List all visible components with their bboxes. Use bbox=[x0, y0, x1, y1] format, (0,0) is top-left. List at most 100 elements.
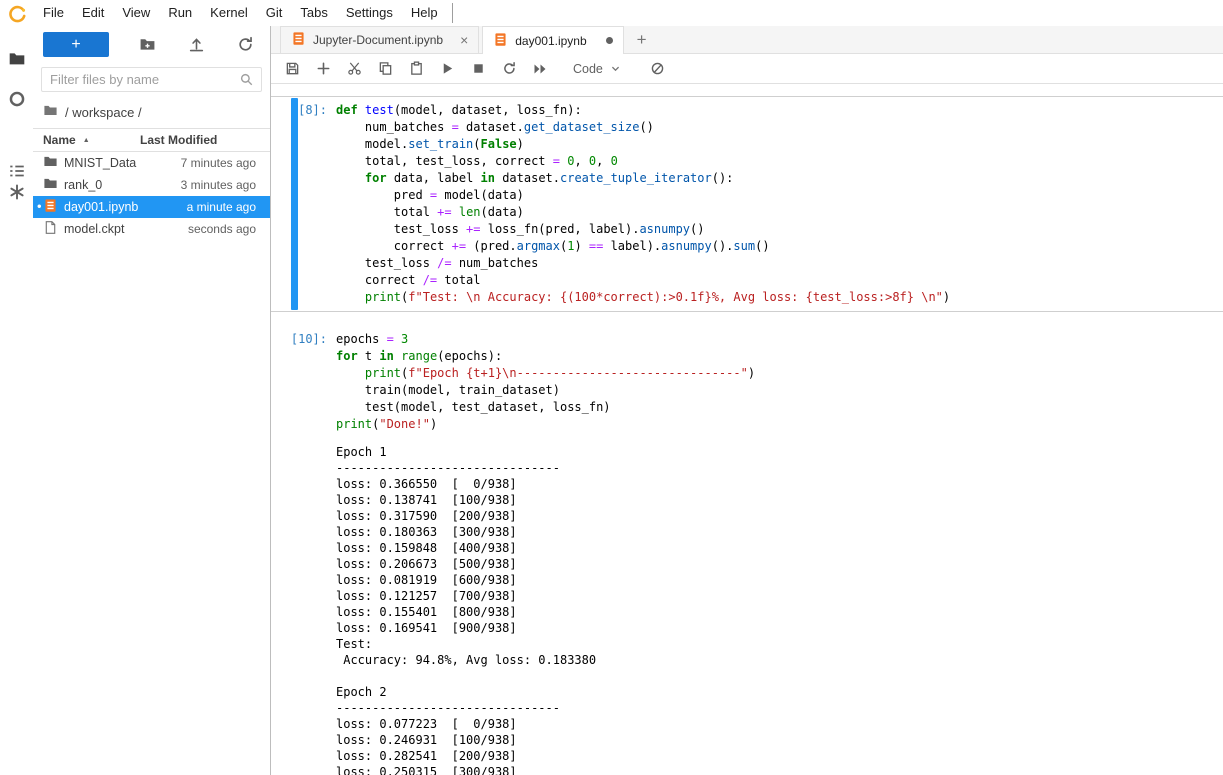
code-line: for data, label in dataset.create_tuple_… bbox=[336, 170, 1219, 187]
file-modified: 3 minutes ago bbox=[140, 178, 256, 192]
menu-run[interactable]: Run bbox=[159, 0, 201, 26]
new-folder-icon[interactable] bbox=[136, 34, 158, 56]
restart-kernel-icon[interactable] bbox=[501, 61, 517, 77]
code-line: correct += (pred.argmax(1) == label).asn… bbox=[336, 238, 1219, 255]
code-line: total += len(data) bbox=[336, 204, 1219, 221]
file-name: model.ckpt bbox=[64, 222, 124, 236]
file-filter bbox=[41, 67, 262, 92]
new-launcher-button[interactable]: + bbox=[43, 32, 109, 57]
menu-view[interactable]: View bbox=[113, 0, 159, 26]
breadcrumb[interactable]: / workspace / bbox=[33, 94, 270, 128]
upload-icon[interactable] bbox=[185, 34, 207, 56]
file-name: MNIST_Data bbox=[64, 156, 136, 170]
file-row-day001.ipynb[interactable]: • day001.ipynba minute ago bbox=[33, 196, 270, 218]
file-modified: 7 minutes ago bbox=[140, 156, 256, 170]
cut-cell-icon[interactable] bbox=[346, 61, 362, 77]
refresh-icon[interactable] bbox=[234, 34, 256, 56]
code-line: print(f"Test: \n Accuracy: {(100*correct… bbox=[336, 289, 1219, 306]
new-tab-button[interactable]: + bbox=[627, 27, 657, 53]
table-of-contents-icon[interactable] bbox=[7, 161, 27, 181]
code-line: epochs = 3 bbox=[336, 331, 1219, 348]
notebook-icon bbox=[43, 198, 58, 216]
file-modified: a minute ago bbox=[140, 200, 256, 214]
notebook-icon bbox=[291, 31, 306, 49]
tab-label: day001.ipynb bbox=[515, 34, 586, 48]
add-cell-icon[interactable] bbox=[315, 61, 331, 77]
code-editor[interactable]: epochs = 3for t in range(epochs): print(… bbox=[335, 326, 1223, 438]
search-icon bbox=[239, 72, 261, 87]
code-line: correct /= total bbox=[336, 272, 1219, 289]
run-cell-icon[interactable] bbox=[439, 61, 455, 77]
stop-kernel-icon[interactable] bbox=[470, 61, 486, 77]
file-row-model.ckpt[interactable]: model.ckpt seconds ago bbox=[33, 218, 270, 240]
file-row-rank_0[interactable]: rank_03 minutes ago bbox=[33, 174, 270, 196]
breadcrumb-path[interactable]: / workspace / bbox=[65, 105, 142, 120]
jupyterlab-window: FileEditViewRunKernelGitTabsSettingsHelp bbox=[0, 0, 1223, 775]
folder-icon bbox=[43, 154, 58, 172]
notebook-icon bbox=[493, 32, 508, 50]
cell-type-dropdown[interactable]: Code bbox=[573, 62, 621, 76]
code-line: test_loss += loss_fn(pred, label).asnump… bbox=[336, 221, 1219, 238]
restart-run-all-icon[interactable] bbox=[532, 61, 548, 77]
menu-kernel[interactable]: Kernel bbox=[201, 0, 257, 26]
menu-edit[interactable]: Edit bbox=[73, 0, 113, 26]
paste-cell-icon[interactable] bbox=[408, 61, 424, 77]
code-line: num_batches = dataset.get_dataset_size() bbox=[336, 119, 1219, 136]
notebook-toolbar: Code bbox=[271, 54, 1223, 84]
extension-manager-icon[interactable] bbox=[7, 182, 27, 202]
folder-icon bbox=[43, 176, 58, 194]
cell-output: Epoch 1 ------------------------------- … bbox=[335, 438, 1223, 775]
code-line: pred = model(data) bbox=[336, 187, 1219, 204]
sort-asc-icon: ▲ bbox=[83, 137, 90, 144]
file-modified: seconds ago bbox=[140, 222, 256, 236]
file-name: day001.ipynb bbox=[64, 200, 138, 214]
file-browser-toolbar: + bbox=[33, 26, 270, 61]
menu-separator bbox=[452, 3, 453, 23]
running-kernels-icon[interactable] bbox=[7, 89, 27, 109]
code-line: model.set_train(False) bbox=[336, 136, 1219, 153]
code-line: test(model, test_dataset, loss_fn) bbox=[336, 399, 1219, 416]
execution-count: [10]: bbox=[271, 326, 335, 438]
app-logo-icon[interactable] bbox=[0, 0, 34, 26]
tab-day001.ipynb[interactable]: day001.ipynb bbox=[482, 26, 623, 54]
menu-help[interactable]: Help bbox=[402, 0, 447, 26]
code-line: total, test_loss, correct = 0, 0, 0 bbox=[336, 153, 1219, 170]
code-line: for t in range(epochs): bbox=[336, 348, 1219, 365]
menu-tabs[interactable]: Tabs bbox=[291, 0, 336, 26]
code-line: test_loss /= num_batches bbox=[336, 255, 1219, 272]
tab-label: Jupyter-Document.ipynb bbox=[313, 33, 443, 47]
home-folder-icon[interactable] bbox=[43, 103, 58, 121]
notebook-area: [8]:def test(model, dataset, loss_fn): n… bbox=[271, 84, 1223, 775]
code-line: print("Done!") bbox=[336, 416, 1219, 433]
chevron-down-icon bbox=[610, 63, 621, 74]
file-icon bbox=[43, 220, 58, 238]
cell-type-label: Code bbox=[573, 62, 603, 76]
menu-file[interactable]: File bbox=[34, 0, 73, 26]
tab-bar: Jupyter-Document.ipynb × day001.ipynb + bbox=[271, 26, 1223, 54]
tab-Jupyter-Document.ipynb[interactable]: Jupyter-Document.ipynb × bbox=[280, 26, 479, 53]
column-header-name[interactable]: Name ▲ bbox=[43, 133, 140, 147]
code-cell: [8]:def test(model, dataset, loss_fn): n… bbox=[271, 96, 1223, 312]
open-file-dot: • bbox=[37, 198, 42, 213]
main-area: Jupyter-Document.ipynb × day001.ipynb + bbox=[271, 26, 1223, 775]
file-list-header: Name ▲ Last Modified bbox=[33, 128, 270, 152]
code-line: train(model, train_dataset) bbox=[336, 382, 1219, 399]
file-filter-input[interactable] bbox=[42, 72, 239, 87]
save-icon[interactable] bbox=[284, 61, 300, 77]
circle-slash-icon[interactable] bbox=[650, 61, 666, 77]
file-browser-icon[interactable] bbox=[7, 49, 27, 69]
file-list: MNIST_Data 7 minutes ago rank_03 minutes a… bbox=[33, 152, 270, 240]
activity-bar bbox=[0, 26, 33, 775]
copy-cell-icon[interactable] bbox=[377, 61, 393, 77]
code-cell: [10]:epochs = 3for t in range(epochs): p… bbox=[271, 326, 1223, 775]
cell-collapser[interactable] bbox=[291, 98, 298, 310]
close-tab-icon[interactable]: × bbox=[460, 33, 468, 47]
column-header-modified[interactable]: Last Modified bbox=[140, 133, 256, 147]
menu-git[interactable]: Git bbox=[257, 0, 292, 26]
code-editor[interactable]: def test(model, dataset, loss_fn): num_b… bbox=[335, 97, 1223, 311]
file-row-MNIST_Data[interactable]: MNIST_Data 7 minutes ago bbox=[33, 152, 270, 174]
code-line: print(f"Epoch {t+1}\n-------------------… bbox=[336, 365, 1219, 382]
menu-settings[interactable]: Settings bbox=[337, 0, 402, 26]
unsaved-dot-icon bbox=[606, 37, 613, 44]
menu-bar: FileEditViewRunKernelGitTabsSettingsHelp bbox=[0, 0, 1223, 26]
